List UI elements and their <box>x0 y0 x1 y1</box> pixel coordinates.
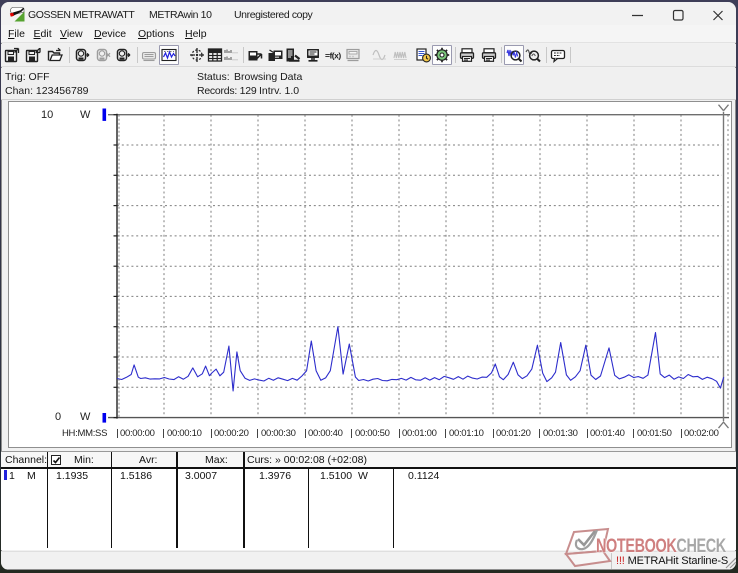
svg-text:=f(x): =f(x) <box>325 51 341 61</box>
